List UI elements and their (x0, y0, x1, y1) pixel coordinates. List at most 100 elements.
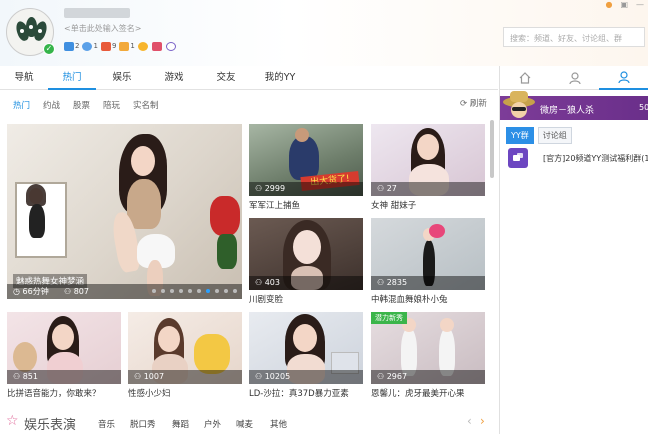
profile-header: ✓ <单击此处输入签名> 2 1 9 1 ● ▣ — 搜索：频道、好友、讨论组、… (0, 0, 648, 66)
scrollbar[interactable] (490, 120, 494, 178)
stream-card[interactable]: ⚇ 10205 LD-沙拉：真37D暴力亚素 (249, 312, 363, 398)
carousel-dot[interactable] (206, 289, 210, 293)
banner-text: 微房－狼人杀 (540, 106, 595, 116)
right-panel: 微房－狼人杀 50 YY群 讨论组 [官方]20频道YY测试福利群(1 (499, 66, 648, 434)
carousel-dot[interactable] (233, 289, 237, 293)
carousel-dot[interactable] (152, 289, 156, 293)
section-tab-dance[interactable]: 舞蹈 (172, 418, 189, 430)
carousel-dots (152, 289, 237, 293)
section-header: ☆ 娱乐表演 音乐 脱口秀 舞蹈 户外 喊麦 其他 ‹ › (0, 410, 498, 434)
carousel-dot[interactable] (224, 289, 228, 293)
viewer-count: ⚇ 10205 (249, 370, 363, 384)
stream-card[interactable]: ⚇ 851 比拼语音能力，你敢来？ (7, 312, 121, 398)
stream-card[interactable]: ⚇ 1007 性感小少妇 (128, 312, 242, 398)
section-tab-talkshow[interactable]: 脱口秀 (130, 418, 156, 430)
viewer-count: ⚇ 2967 (371, 370, 485, 384)
stream-title: LD-沙拉：真37D暴力亚素 (249, 389, 349, 398)
subtab-battle[interactable]: 约战 (43, 99, 60, 111)
subtab-verified[interactable]: 实名制 (133, 99, 159, 111)
eye-icon[interactable] (165, 41, 177, 51)
subtab-companion[interactable]: 陪玩 (103, 99, 120, 111)
stream-card[interactable]: ⚇ 2835 中韩混血舞娘朴小兔 (371, 218, 485, 304)
tab-hot[interactable]: 热门 (48, 66, 96, 90)
featured-stats: ◷ 66分钟 ⚇ 807 (13, 287, 89, 296)
main-nav: 导航 热门 娱乐 游戏 交友 我的YY (0, 66, 498, 90)
group-list-item[interactable]: [官方]20频道YY测试福利群(1 (508, 148, 648, 168)
subtab-stocks[interactable]: 股票 (73, 99, 90, 111)
carousel-dot[interactable] (197, 289, 201, 293)
viewer-count: ⚇ 403 (249, 276, 363, 290)
section-tab-other[interactable]: 其他 (270, 418, 287, 430)
group-avatar-icon (508, 148, 528, 168)
tab-my-yy[interactable]: 我的YY (252, 66, 308, 90)
viewer-count: ⚇ 1007 (128, 370, 242, 384)
stream-title: 川剧变脸 (249, 295, 284, 304)
stream-title: 女神 甜妹子 (371, 201, 417, 210)
minimize-icon[interactable]: — (636, 0, 644, 9)
menu-icon[interactable]: ▣ (620, 0, 628, 9)
wolf-hat-icon (503, 91, 535, 118)
tab-games[interactable]: 游戏 (148, 66, 200, 90)
carousel-dot[interactable] (161, 289, 165, 293)
stream-title: 中韩混血舞娘朴小兔 (371, 295, 448, 304)
verified-icon: ✓ (43, 43, 55, 55)
stream-title: 恩馨儿：虎牙最美开心果 (371, 389, 465, 398)
section-tab-shout[interactable]: 喊麦 (236, 418, 253, 430)
signature-input[interactable]: <单击此处输入签名> (64, 23, 141, 34)
person-icon (568, 72, 581, 85)
yy-client-window: ✓ <单击此处输入签名> 2 1 9 1 ● ▣ — 搜索：频道、好友、讨论组、… (0, 0, 648, 434)
section-tab-outdoor[interactable]: 户外 (204, 418, 221, 430)
stream-title: 军军江上捕鱼 (249, 201, 301, 210)
nickname-redacted (64, 8, 130, 18)
viewer-count: ⚇ 2835 (371, 276, 485, 290)
stream-card[interactable]: 出大货了! ⚇ 2999 军军江上捕鱼 (249, 124, 363, 210)
group-icon (618, 71, 630, 84)
tab-contacts[interactable] (550, 66, 600, 90)
person-icon: ⚇ (255, 184, 263, 193)
carousel-dot[interactable] (188, 289, 192, 293)
tab-discussion[interactable]: 讨论组 (537, 127, 572, 144)
badge-heart[interactable]: 1 (82, 41, 98, 51)
stream-card[interactable]: ⚇ 403 川剧变脸 (249, 218, 363, 304)
group-name: [官方]20频道YY测试福利群(1 (543, 153, 648, 163)
subtab-hot[interactable]: 热门 (13, 99, 30, 111)
stream-card[interactable]: 潜力新秀 ⚇ 2967 恩馨儿：虎牙最美开心果 (371, 312, 485, 398)
coin-icon[interactable] (137, 41, 149, 51)
person-icon: ⚇ (377, 278, 385, 287)
carousel-dot[interactable] (215, 289, 219, 293)
person-icon: ⚇ (377, 184, 385, 193)
stream-card[interactable]: ⚇ 27 女神 甜妹子 (371, 124, 485, 210)
person-icon: ⚇ (255, 278, 263, 287)
chevron-right-icon[interactable]: › (480, 414, 485, 428)
person-icon: ⚇ (13, 372, 21, 381)
tab-entertainment[interactable]: 娱乐 (96, 66, 148, 90)
sub-nav: 热门 约战 股票 陪玩 实名制 ⟳ 刷新 (0, 91, 498, 117)
featured-stream[interactable]: 魅惑热舞女神梦涵 ◷ 66分钟 ⚇ 807 (7, 124, 242, 299)
window-controls: ● ▣ — (605, 0, 644, 9)
chevron-left-icon[interactable]: ‹ (467, 414, 472, 428)
badge-level[interactable]: 2 (64, 41, 79, 51)
skin-icon[interactable]: ● (605, 0, 612, 9)
carousel-dot[interactable] (179, 289, 183, 293)
person-icon: ⚇ (63, 287, 72, 296)
tab-yy-group[interactable]: YY群 (506, 127, 534, 144)
viewer-count: ⚇ 851 (7, 370, 121, 384)
badge-member[interactable]: 1 (119, 41, 135, 51)
banner-count: 50 (639, 103, 648, 112)
person-icon: ⚇ (255, 372, 263, 381)
tab-home[interactable] (500, 66, 550, 90)
tab-groups[interactable] (599, 66, 648, 90)
tab-navigation[interactable]: 导航 (0, 66, 48, 90)
section-tab-music[interactable]: 音乐 (98, 418, 115, 430)
star-icon: ☆ (6, 413, 19, 429)
tab-social[interactable]: 交友 (200, 66, 252, 90)
home-icon (519, 72, 531, 84)
search-input[interactable]: 搜索：频道、好友、讨论组、群 (503, 27, 645, 47)
viewer-count: ⚇ 2999 (249, 182, 363, 196)
carousel-dot[interactable] (170, 289, 174, 293)
gift-icon[interactable] (151, 41, 163, 51)
section-title: 娱乐表演 (24, 418, 77, 433)
badge-flag[interactable]: 9 (100, 41, 116, 51)
clock-icon: ◷ (13, 287, 20, 296)
refresh-button[interactable]: ⟳ 刷新 (460, 97, 487, 109)
